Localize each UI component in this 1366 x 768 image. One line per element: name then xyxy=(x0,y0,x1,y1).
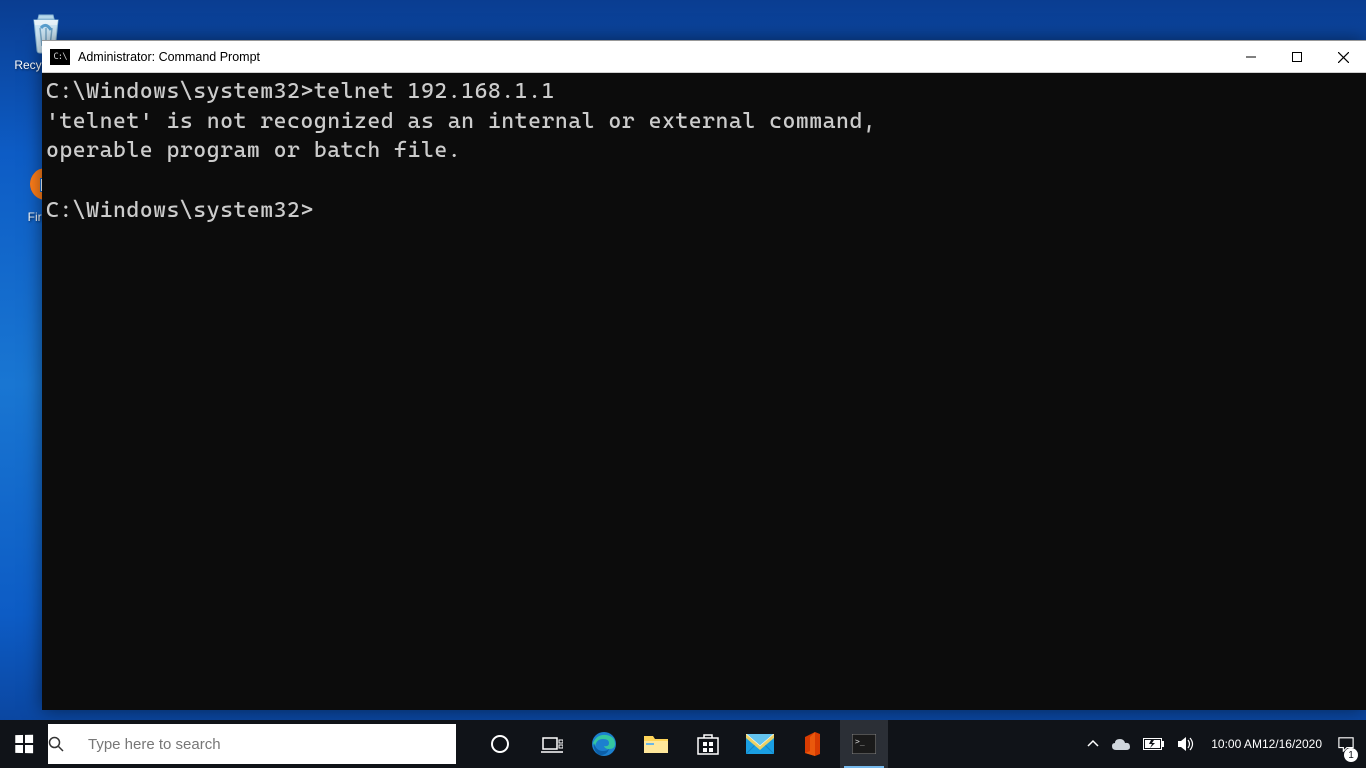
desktop[interactable]: Recycle Bin ↗ Firefox C:\ Administrator:… xyxy=(0,0,1366,768)
cmd-app-icon: C:\ xyxy=(50,49,70,65)
window-title: Administrator: Command Prompt xyxy=(78,50,1228,64)
taskbar-app-cmd[interactable]: >_ xyxy=(840,720,888,768)
taskbar-app-store[interactable] xyxy=(684,720,732,768)
search-icon xyxy=(48,736,88,752)
mail-icon xyxy=(746,734,774,754)
action-center-button[interactable]: 1 xyxy=(1332,720,1360,768)
cortana-icon xyxy=(490,734,510,754)
notification-badge: 1 xyxy=(1344,748,1358,762)
command-prompt-window: C:\ Administrator: Command Prompt C:\Win… xyxy=(42,40,1366,710)
task-view-button[interactable] xyxy=(528,720,576,768)
cortana-button[interactable] xyxy=(476,720,524,768)
taskbar-app-edge[interactable] xyxy=(580,720,628,768)
minimize-button[interactable] xyxy=(1228,41,1274,73)
edge-icon xyxy=(591,731,617,757)
cmd-icon: >_ xyxy=(852,734,876,754)
windows-logo-icon xyxy=(15,735,33,753)
microsoft-store-icon xyxy=(696,732,720,756)
taskbar-app-office[interactable] xyxy=(788,720,836,768)
svg-text:>_: >_ xyxy=(855,737,865,746)
search-placeholder: Type here to search xyxy=(88,736,221,753)
task-view-icon xyxy=(541,735,563,753)
tray-onedrive[interactable] xyxy=(1105,720,1137,768)
taskbar: Type here to search xyxy=(0,720,1366,768)
tray-battery[interactable] xyxy=(1137,720,1171,768)
cloud-icon xyxy=(1111,737,1131,751)
terminal-line: C:\Windows\system32>telnet 192.168.1.1 xyxy=(46,79,555,104)
tray-volume[interactable] xyxy=(1171,720,1201,768)
office-icon xyxy=(802,731,822,757)
terminal-line: operable program or batch file. xyxy=(46,138,461,163)
terminal-line: C:\Windows\system32> xyxy=(46,198,314,223)
clock-time: 10:00 AM xyxy=(1211,737,1262,752)
file-explorer-icon xyxy=(643,733,669,755)
tray-overflow-button[interactable] xyxy=(1081,720,1105,768)
close-button[interactable] xyxy=(1320,41,1366,73)
taskbar-app-file-explorer[interactable] xyxy=(632,720,680,768)
taskbar-app-mail[interactable] xyxy=(736,720,784,768)
titlebar[interactable]: C:\ Administrator: Command Prompt xyxy=(42,41,1366,73)
battery-icon xyxy=(1143,738,1165,750)
clock-date: 12/16/2020 xyxy=(1262,737,1322,752)
window-controls xyxy=(1228,41,1366,72)
terminal-output[interactable]: C:\Windows\system32>telnet 192.168.1.1 '… xyxy=(42,73,1366,229)
taskbar-pinned-apps: >_ xyxy=(476,720,888,768)
taskbar-clock[interactable]: 10:00 AM 12/16/2020 xyxy=(1201,720,1332,768)
start-button[interactable] xyxy=(0,720,48,768)
chevron-up-icon xyxy=(1087,738,1099,750)
speaker-icon xyxy=(1177,736,1195,752)
taskbar-search[interactable]: Type here to search xyxy=(48,724,456,764)
maximize-button[interactable] xyxy=(1274,41,1320,73)
terminal-line: 'telnet' is not recognized as an interna… xyxy=(46,109,876,134)
system-tray: 10:00 AM 12/16/2020 1 xyxy=(1081,720,1366,768)
